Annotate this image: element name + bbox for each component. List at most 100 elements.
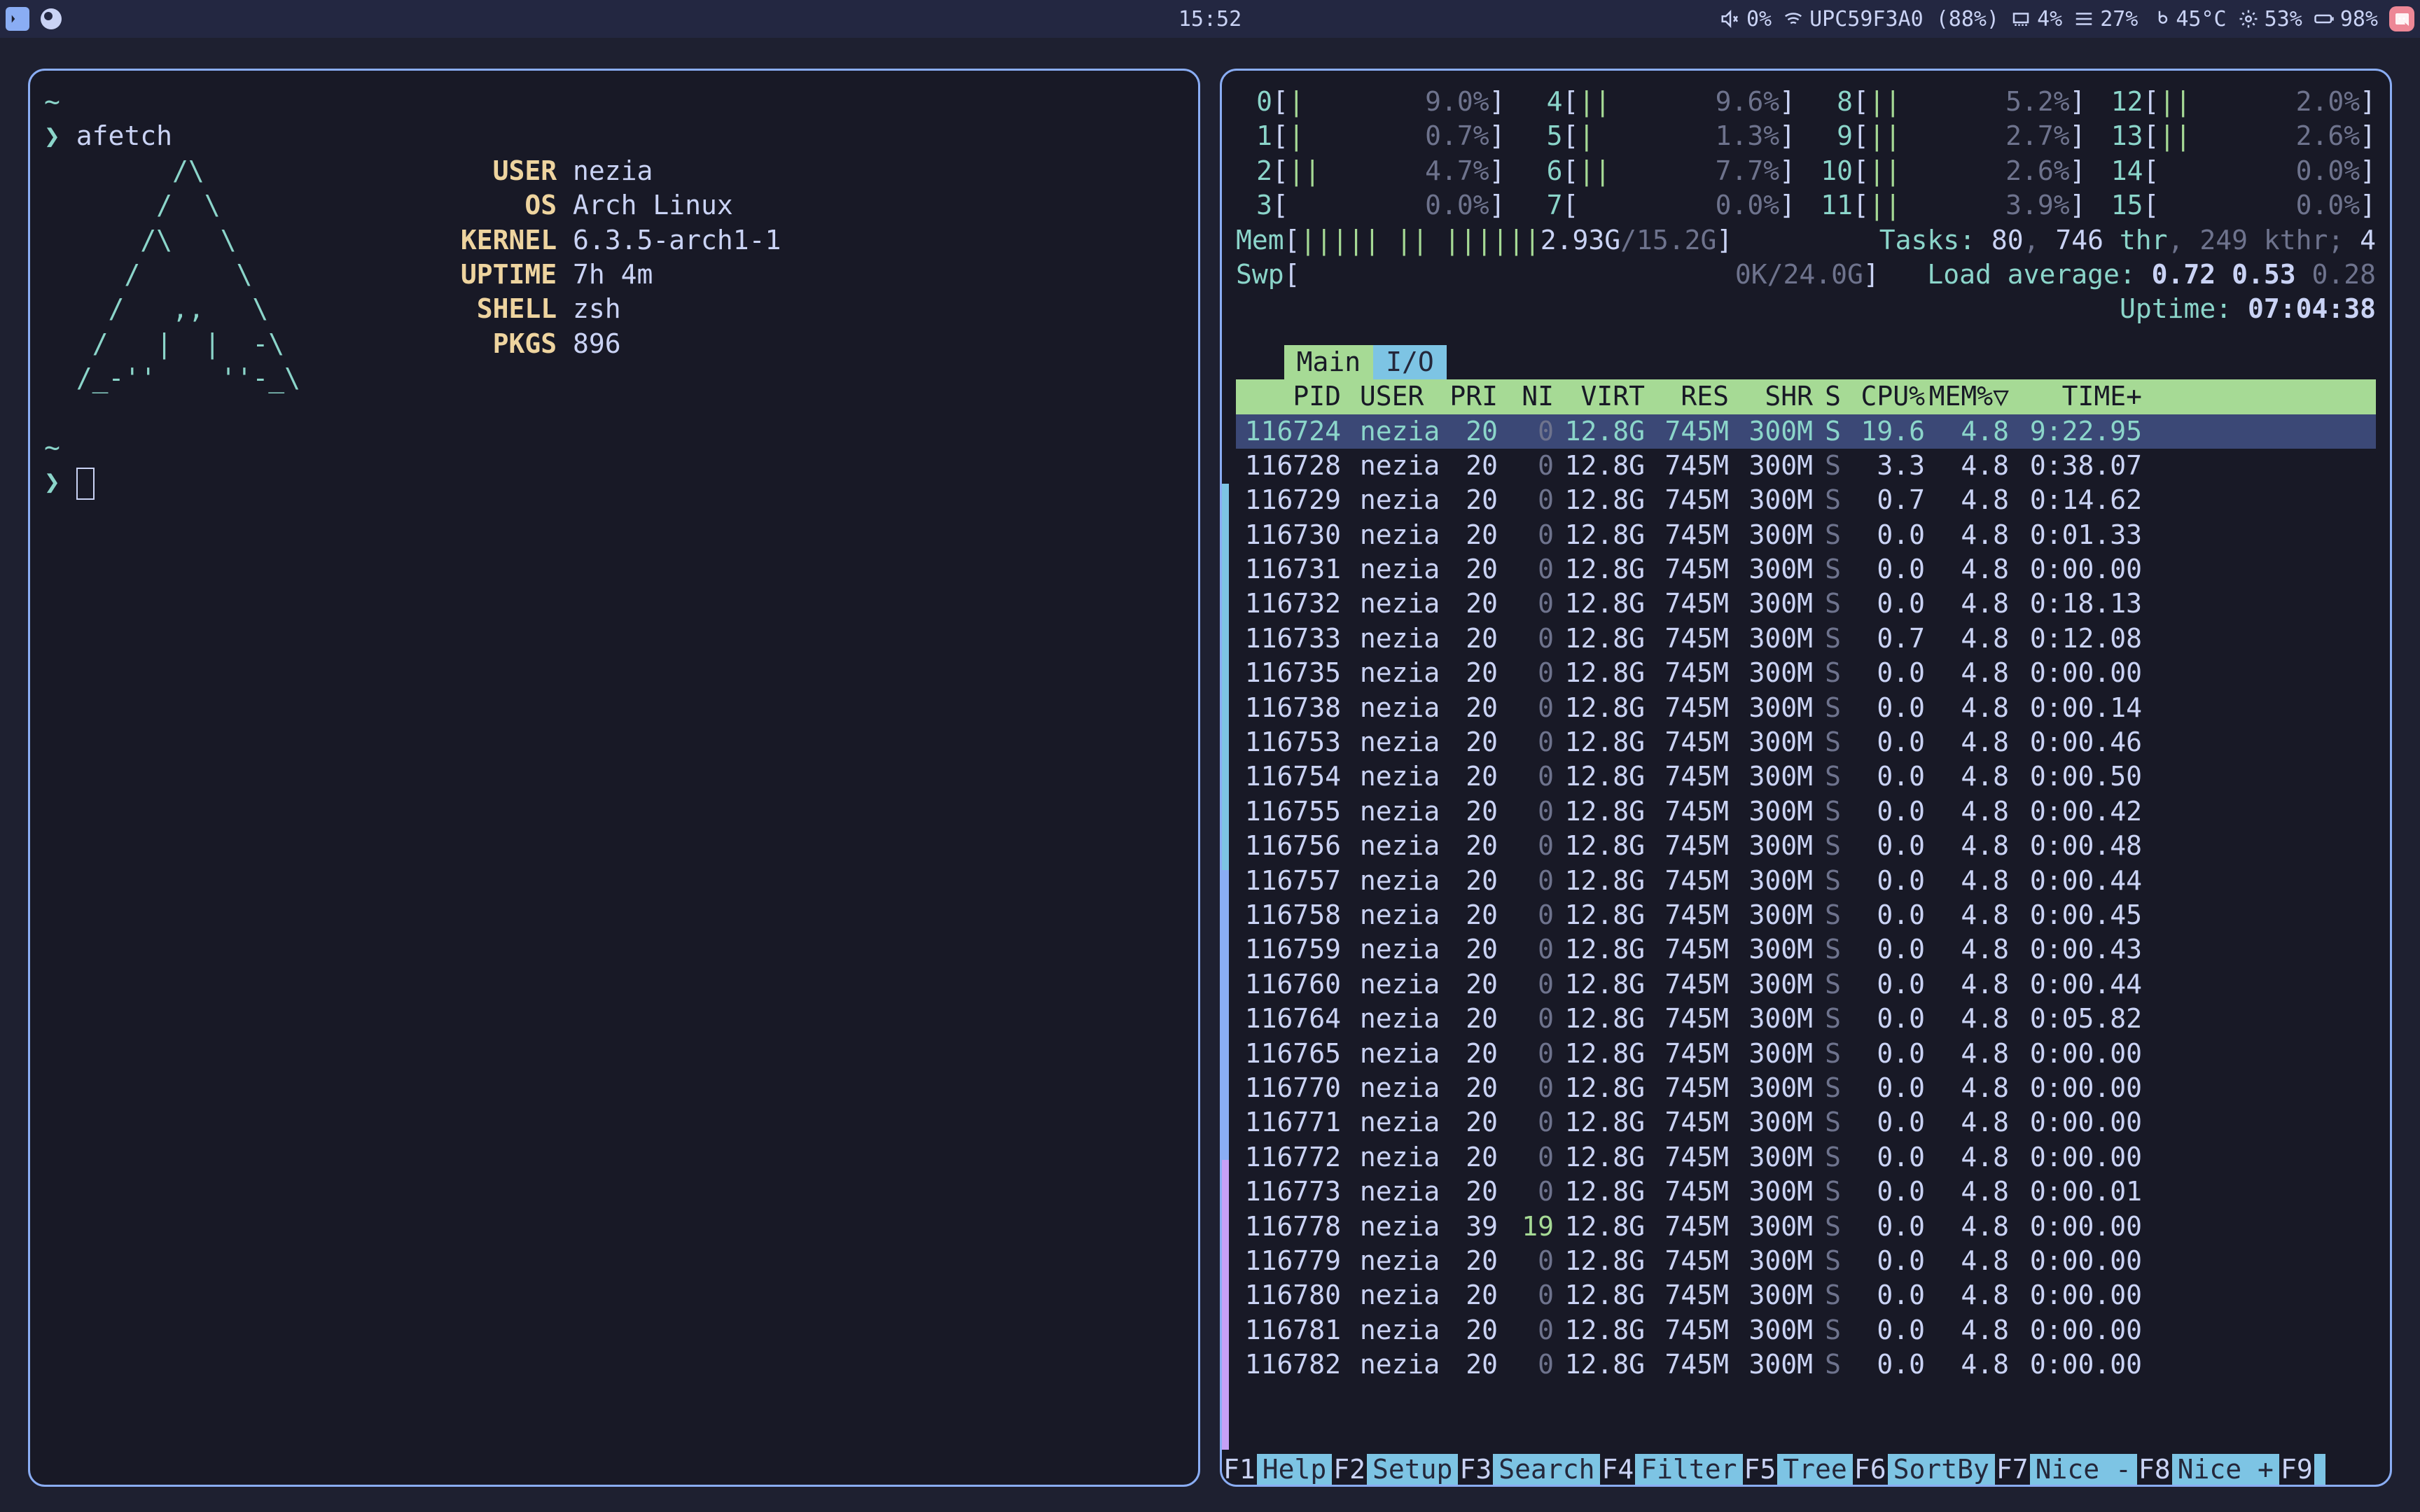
process-row[interactable]: 116765 nezia20012.8G745M300MS0.04.80:00.… — [1236, 1037, 2376, 1071]
disk-tray[interactable]: 27% — [2073, 7, 2138, 31]
fkey-F6[interactable]: F6SortBy — [1853, 1454, 1995, 1485]
process-row[interactable]: 116729 nezia20012.8G745M300MS0.74.80:14.… — [1236, 483, 2376, 517]
prompt-symbol: ❯ — [44, 120, 60, 151]
process-row[interactable]: 116758 nezia20012.8G745M300MS0.04.80:00.… — [1236, 898, 2376, 932]
battery-tray[interactable]: 98% — [2314, 7, 2378, 31]
process-row[interactable]: 116780 nezia20012.8G745M300MS0.04.80:00.… — [1236, 1278, 2376, 1312]
afetch-value: zsh — [573, 293, 621, 324]
cpu-core-14: 14[0.0%] — [2107, 154, 2377, 188]
fkey-F3[interactable]: F3Search — [1458, 1454, 1600, 1485]
mem-row: Mem[||||| || ||||||2.93G/15.2G]Tasks: 80… — [1236, 223, 2376, 258]
swap-row: Swp[0K/24.0G] Load average: 0.72 0.53 0.… — [1236, 258, 2376, 292]
afetch-label: USER — [396, 155, 557, 186]
prompt-symbol[interactable]: ❯ — [44, 466, 60, 497]
process-row[interactable]: 116764 nezia20012.8G745M300MS0.04.80:05.… — [1236, 1002, 2376, 1036]
htop-right-pane[interactable]: 0[|9.0%]4[||9.6%]8[||5.2%]12[||2.0%]1[|0… — [1220, 69, 2392, 1487]
cpu-core-11: 11[||3.9%] — [1816, 188, 2086, 223]
ascii-art-line: / ,, \ — [44, 293, 396, 324]
discord-tray-icon[interactable] — [2389, 6, 2414, 31]
afetch-label: SHELL — [396, 293, 557, 324]
cpu-core-4: 4[||9.6%] — [1527, 85, 1796, 119]
process-row[interactable]: 116735 nezia20012.8G745M300MS0.04.80:00.… — [1236, 656, 2376, 690]
cpu-meters: 0[|9.0%]4[||9.6%]8[||5.2%]12[||2.0%]1[|0… — [1236, 85, 2376, 223]
volume-tray[interactable]: 0% — [1720, 7, 1772, 31]
process-row[interactable]: 116756 nezia20012.8G745M300MS0.04.80:00.… — [1236, 829, 2376, 863]
afetch-value: 7h 4m — [573, 259, 653, 290]
cursor[interactable] — [76, 468, 95, 500]
afetch-value: Arch Linux — [573, 190, 733, 220]
process-row[interactable]: 116771 nezia20012.8G745M300MS0.04.80:00.… — [1236, 1105, 2376, 1140]
afetch-value: nezia — [573, 155, 653, 186]
process-row[interactable]: 116778 nezia391912.8G745M300MS0.04.80:00… — [1236, 1210, 2376, 1244]
ram-icon — [2010, 8, 2031, 29]
ascii-art-line: /\ \ — [44, 225, 396, 255]
process-row[interactable]: 116757 nezia20012.8G745M300MS0.04.80:00.… — [1236, 864, 2376, 898]
cpu-core-12: 12[||2.0%] — [2107, 85, 2377, 119]
process-row[interactable]: 116754 nezia20012.8G745M300MS0.04.80:00.… — [1236, 760, 2376, 794]
process-row[interactable]: 116732 nezia20012.8G745M300MS0.04.80:18.… — [1236, 587, 2376, 621]
process-row[interactable]: 116731 nezia20012.8G745M300MS0.04.80:00.… — [1236, 552, 2376, 587]
afetch-value: 6.3.5-arch1-1 — [573, 225, 781, 255]
cpu-core-15: 15[0.0%] — [2107, 188, 2377, 223]
cpu-core-13: 13[||2.6%] — [2107, 119, 2377, 153]
cpu-pct: 53% — [2265, 7, 2302, 31]
afetch-label: PKGS — [396, 328, 557, 359]
cpu-core-9: 9[||2.7%] — [1816, 119, 2086, 153]
process-row[interactable]: 116738 nezia20012.8G745M300MS0.04.80:00.… — [1236, 691, 2376, 725]
process-row[interactable]: 116760 nezia20012.8G745M300MS0.04.80:00.… — [1236, 967, 2376, 1002]
volume-pct: 0% — [1746, 7, 1772, 31]
volume-mute-icon — [1720, 8, 1741, 29]
process-row[interactable]: 116753 nezia20012.8G745M300MS0.04.80:00.… — [1236, 725, 2376, 760]
process-row[interactable]: 116773 nezia20012.8G745M300MS0.04.80:00.… — [1236, 1175, 2376, 1209]
cpu-tray[interactable]: 53% — [2238, 7, 2302, 31]
cpu-core-8: 8[||5.2%] — [1816, 85, 2086, 119]
process-row[interactable]: 116782 nezia20012.8G745M300MS0.04.80:00.… — [1236, 1348, 2376, 1382]
afetch-label: OS — [396, 190, 557, 220]
process-header[interactable]: PID USERPRINIVIRTRESSHRSCPU%MEM%▽TIME+ — [1236, 379, 2376, 414]
process-row[interactable]: 116730 nezia20012.8G745M300MS0.04.80:01.… — [1236, 518, 2376, 552]
cpu-core-3: 3[0.0%] — [1236, 188, 1505, 223]
tab-io[interactable]: I/O — [1373, 345, 1447, 379]
process-row[interactable]: 116772 nezia20012.8G745M300MS0.04.80:00.… — [1236, 1140, 2376, 1175]
menu-icon — [2073, 8, 2094, 29]
process-row[interactable]: 116759 nezia20012.8G745M300MS0.04.80:00.… — [1236, 932, 2376, 967]
process-row[interactable]: 116781 nezia20012.8G745M300MS0.04.80:00.… — [1236, 1313, 2376, 1348]
home-tilde: ~ — [44, 432, 60, 463]
fkey-F7[interactable]: F7Nice - — [1995, 1454, 2137, 1485]
process-row[interactable]: 116724 nezia20012.8G745M300MS19.64.89:22… — [1236, 414, 2376, 449]
wifi-tray[interactable]: UPC59F3A0 (88%) — [1783, 7, 1999, 31]
wifi-icon — [1783, 8, 1804, 29]
cpu-core-6: 6[||7.7%] — [1527, 154, 1796, 188]
fkey-F9[interactable]: F9 — [2279, 1454, 2325, 1485]
fkey-F4[interactable]: F4Filter — [1600, 1454, 1742, 1485]
afetch-label: UPTIME — [396, 259, 557, 290]
tab-main[interactable]: Main — [1284, 345, 1374, 379]
cpu-core-10: 10[||2.6%] — [1816, 154, 2086, 188]
process-row[interactable]: 116770 nezia20012.8G745M300MS0.04.80:00.… — [1236, 1071, 2376, 1105]
ram-tray[interactable]: 4% — [2010, 7, 2062, 31]
terminal-left-pane[interactable]: ~ ❯ afetch /\ USER nezia / \ OS Arch Lin… — [28, 69, 1200, 1487]
process-row[interactable]: 116779 nezia20012.8G745M300MS0.04.80:00.… — [1236, 1244, 2376, 1278]
obs-app-icon[interactable] — [41, 8, 62, 29]
process-row[interactable]: 116728 nezia20012.8G745M300MS3.34.80:38.… — [1236, 449, 2376, 483]
home-tilde: ~ — [44, 86, 60, 117]
battery-icon — [2314, 8, 2335, 29]
cpu-core-2: 2[||4.7%] — [1236, 154, 1505, 188]
fkey-F2[interactable]: F2Setup — [1332, 1454, 1458, 1485]
process-row[interactable]: 116755 nezia20012.8G745M300MS0.04.80:00.… — [1236, 794, 2376, 829]
ascii-art-line: / \ — [44, 259, 396, 290]
fkey-F1[interactable]: F1Help — [1222, 1454, 1332, 1485]
temp-tray[interactable]: 45°C — [2149, 7, 2226, 31]
fkey-F8[interactable]: F8Nice + — [2137, 1454, 2279, 1485]
process-row[interactable]: 116733 nezia20012.8G745M300MS0.74.80:12.… — [1236, 622, 2376, 656]
cpu-core-7: 7[0.0%] — [1527, 188, 1796, 223]
htop-tabs: MainI/O — [1236, 345, 2376, 379]
ascii-art-line: / | | -\ — [44, 328, 396, 359]
scroll-indicator — [1222, 484, 1229, 1450]
fkey-F5[interactable]: F5Tree — [1743, 1454, 1853, 1485]
terminal-app-icon[interactable] — [6, 7, 29, 31]
command-text: afetch — [76, 120, 172, 151]
gear-icon — [2238, 8, 2259, 29]
ascii-art-line: /\ — [44, 155, 396, 186]
topbar: 15:52 0% UPC59F3A0 (88%) 4% 27% 45°C 53% — [0, 0, 2420, 38]
